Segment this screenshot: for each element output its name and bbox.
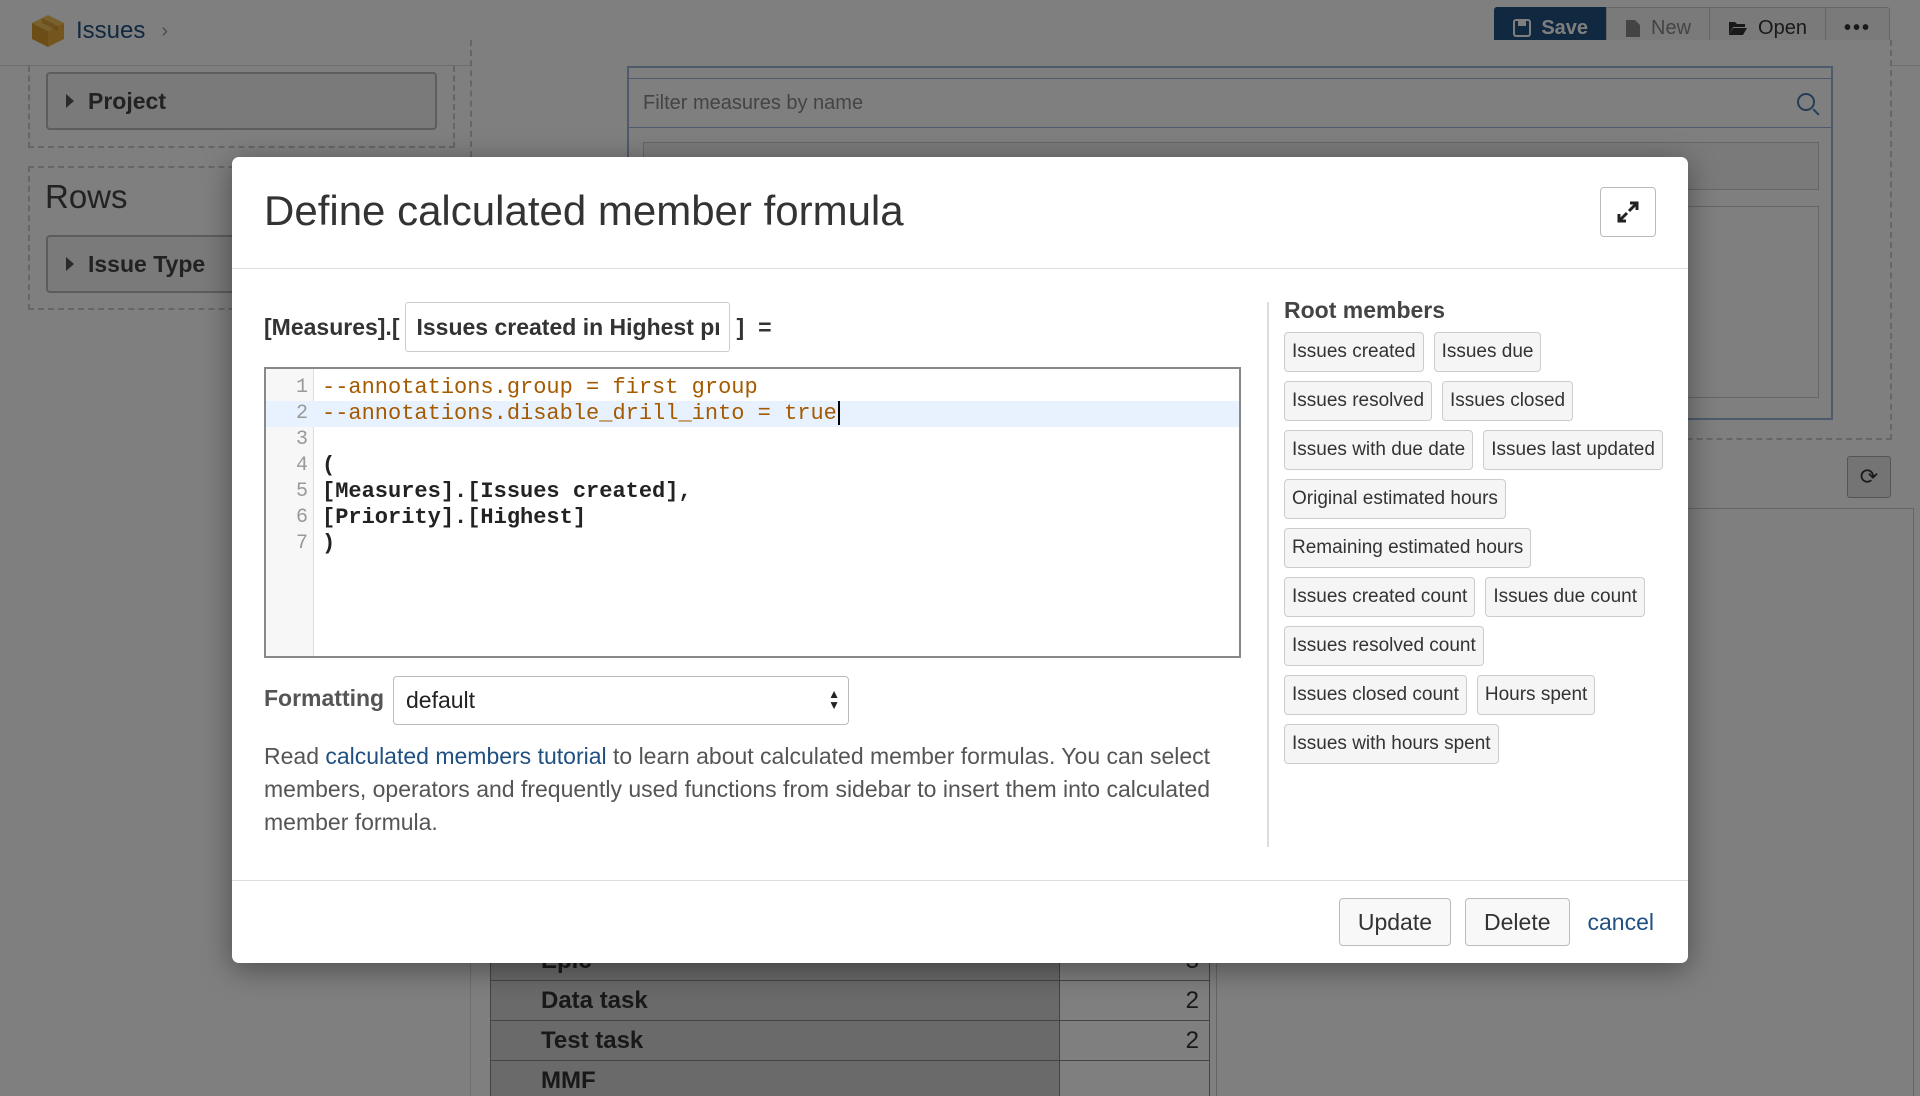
root-member-chip[interactable]: Issues created xyxy=(1284,332,1424,372)
formula-suffix: ] xyxy=(736,313,745,340)
root-member-chip[interactable]: Issues resolved count xyxy=(1284,626,1484,666)
root-member-chip[interactable]: Issues with hours spent xyxy=(1284,724,1499,764)
root-members-sidebar[interactable]: Root members Issues created Issues due Iss… xyxy=(1284,297,1664,847)
code-text: ) xyxy=(322,531,336,556)
formula-name-row: [Measures].[ ] = xyxy=(264,302,772,352)
tutorial-link[interactable]: calculated members tutorial xyxy=(325,743,606,769)
code-text: --annotations.group = first group xyxy=(322,375,758,400)
formula-equals: = xyxy=(758,313,772,340)
text-cursor xyxy=(837,401,840,426)
root-member-chip[interactable]: Issues created count xyxy=(1284,577,1476,617)
line-number: 1 xyxy=(295,376,308,399)
delete-button[interactable]: Delete xyxy=(1465,898,1570,946)
code-line[interactable]: 2 --annotations.disable_drill_into = true xyxy=(266,401,1239,427)
root-member-chip[interactable]: Issues resolved xyxy=(1284,381,1433,421)
code-text: --annotations.disable_drill_into = true xyxy=(322,401,840,427)
line-number: 2 xyxy=(295,402,308,425)
root-member-chip[interactable]: Remaining estimated hours xyxy=(1284,528,1532,568)
code-line[interactable]: 5 [Measures].[Issues created], xyxy=(266,479,1239,505)
select-arrows-icon: ▲ ▼ xyxy=(828,687,840,712)
formatting-label: Formatting xyxy=(264,685,385,711)
fullscreen-button[interactable] xyxy=(1600,187,1656,237)
code-line[interactable]: 7) xyxy=(266,531,1239,557)
line-number: 7 xyxy=(295,532,308,555)
formula-code-editor[interactable]: 1 --annotations.group = first group 2 --ann… xyxy=(264,367,1241,658)
root-member-chip[interactable]: Issues with due date xyxy=(1284,430,1474,470)
dialog-footer: Update Delete cancel xyxy=(232,880,1688,963)
calculated-member-dialog: Define calculated member formula [Measur… xyxy=(232,157,1688,963)
root-member-chip[interactable]: Issues last updated xyxy=(1483,430,1663,470)
code-line[interactable]: 1 --annotations.group = first group xyxy=(266,375,1239,401)
code-line[interactable]: 4( xyxy=(266,453,1239,479)
update-button[interactable]: Update xyxy=(1338,898,1452,946)
root-members-title: Root members xyxy=(1284,297,1446,323)
code-text: [Measures].[Issues created], xyxy=(322,479,692,504)
member-name-input[interactable] xyxy=(405,302,731,352)
root-member-chip[interactable]: Issues closed count xyxy=(1284,675,1467,715)
line-number: 6 xyxy=(295,506,308,529)
dialog-title: Define calculated member formula xyxy=(264,187,904,234)
expand-icon xyxy=(1617,201,1639,223)
root-members-list: Issues created Issues due Issues resolved I… xyxy=(1284,332,1664,764)
line-number: 5 xyxy=(295,480,308,503)
code-text: [Priority].[Highest] xyxy=(322,505,587,530)
help-text: Read calculated members tutorial to lear… xyxy=(264,740,1224,839)
root-member-chip[interactable]: Hours spent xyxy=(1476,675,1596,715)
code-line[interactable]: 3 xyxy=(266,427,1239,453)
code-line[interactable]: 6 [Priority].[Highest] xyxy=(266,505,1239,531)
formula-prefix: [Measures].[ xyxy=(264,313,400,340)
cancel-link[interactable]: cancel xyxy=(1588,909,1654,936)
code-text: ( xyxy=(322,453,336,478)
root-member-chip[interactable]: Issues due count xyxy=(1485,577,1645,617)
line-number: 4 xyxy=(295,454,308,477)
formatting-select[interactable]: default ▲ ▼ xyxy=(393,676,849,725)
root-member-chip[interactable]: Issues due xyxy=(1433,332,1542,372)
dialog-header: Define calculated member formula xyxy=(232,157,1688,269)
sidebar-divider xyxy=(1267,302,1269,847)
line-number: 3 xyxy=(295,428,308,451)
root-member-chip[interactable]: Original estimated hours xyxy=(1284,479,1506,519)
formatting-value: default xyxy=(406,687,476,713)
root-member-chip[interactable]: Issues closed xyxy=(1442,381,1574,421)
help-prefix: Read xyxy=(264,743,326,769)
